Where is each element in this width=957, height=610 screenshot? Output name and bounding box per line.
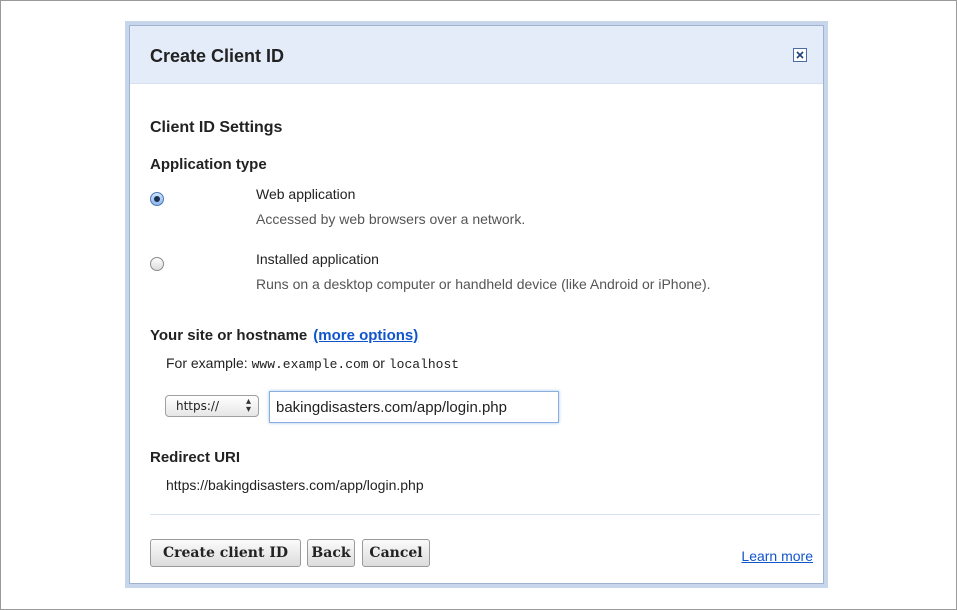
close-button[interactable] (793, 48, 807, 62)
hostname-example: For example: www.example.com or localhos… (166, 355, 459, 372)
example-or: or (372, 355, 385, 371)
hostname-label: Your site or hostname (more options) (150, 327, 418, 344)
dialog-body: Create Client ID Client ID Settings Appl… (129, 25, 824, 584)
hostname-input[interactable] (269, 391, 559, 423)
example-prefix: For example: (166, 355, 248, 371)
installed-application-radio[interactable] (150, 257, 164, 271)
divider (150, 514, 820, 515)
web-application-description: Accessed by web browsers over a network. (256, 211, 526, 227)
select-arrows-icon: ▴ ▾ (245, 396, 251, 415)
application-type-label: Application type (150, 156, 267, 173)
dialog-title-bar: Create Client ID (130, 26, 823, 84)
example-domain: www.example.com (251, 357, 369, 372)
dialog-title: Create Client ID (150, 46, 285, 66)
scheme-select[interactable]: https:// ▴ ▾ (165, 395, 259, 417)
web-application-label: Web application (256, 186, 356, 202)
create-client-id-dialog: Create Client ID Client ID Settings Appl… (125, 21, 828, 588)
web-application-radio[interactable] (150, 192, 164, 206)
redirect-uri-value: https://bakingdisasters.com/app/login.ph… (166, 477, 424, 493)
section-title: Client ID Settings (150, 119, 283, 136)
close-icon (796, 51, 804, 59)
example-localhost: localhost (388, 357, 460, 372)
more-options-link[interactable]: (more options) (313, 327, 418, 344)
installed-application-label: Installed application (256, 251, 379, 267)
redirect-uri-label: Redirect URI (150, 449, 241, 466)
create-client-id-button[interactable]: Create client ID (150, 539, 301, 567)
scheme-select-value: https:// (176, 399, 220, 413)
back-button[interactable]: Back (307, 539, 355, 567)
cancel-button[interactable]: Cancel (362, 539, 430, 567)
learn-more-link[interactable]: Learn more (741, 548, 813, 564)
installed-application-description: Runs on a desktop computer or handheld d… (256, 276, 711, 292)
hostname-label-text: Your site or hostname (150, 327, 308, 344)
